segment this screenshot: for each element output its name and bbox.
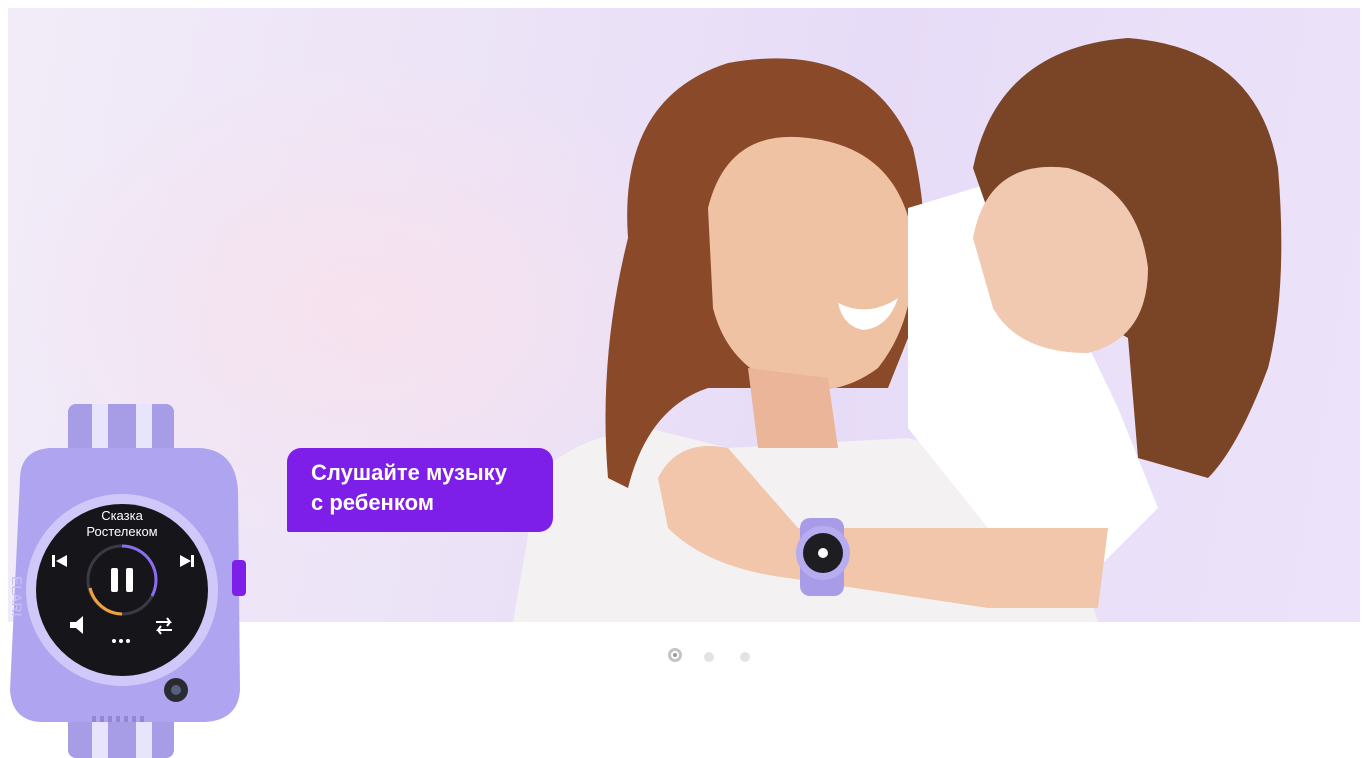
watch-brand-text: ELARI (9, 576, 25, 616)
watch-track-line-2: Ростелеком (86, 524, 158, 539)
smartwatch-image: ELARI (9, 404, 246, 758)
carousel-pagination (664, 648, 764, 666)
carousel-dot-1[interactable] (668, 648, 682, 662)
watch-track-title: Сказка Ростелеком (60, 508, 184, 540)
promo-line-2: с ребенком (311, 490, 434, 515)
watch-track-line-1: Сказка (101, 508, 143, 523)
promo-line-1: Слушайте музыку (311, 460, 507, 485)
carousel-dot-3[interactable] (740, 652, 750, 662)
promo-bubble: Слушайте музыку с ребенком (287, 448, 553, 532)
carousel-dot-2[interactable] (704, 652, 714, 662)
